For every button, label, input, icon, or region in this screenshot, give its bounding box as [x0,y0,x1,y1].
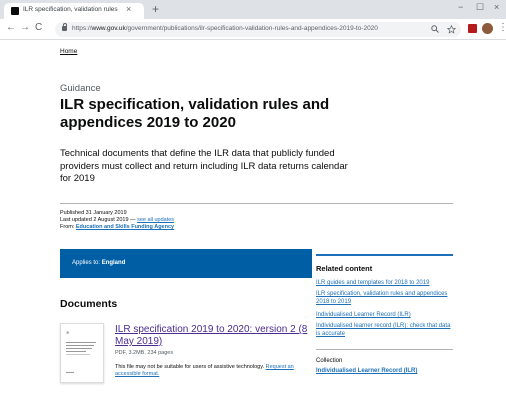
published-date: Published 31 January 2019 [60,210,127,216]
from-organisation: From: Education and Skills Funding Agenc… [60,224,175,230]
profile-avatar[interactable] [482,23,493,34]
forward-arrow-icon[interactable]: → [20,22,30,33]
esfa-logo-icon: ≋ [66,330,70,335]
new-tab-button[interactable]: + [152,2,159,16]
document-thumbnail[interactable]: ≋ [60,323,104,383]
related-link[interactable]: Individualised learner record (ILR): che… [316,322,453,338]
related-link[interactable]: ILR guides and templates for 2018 to 201… [316,279,453,287]
thumbnail-line [66,342,96,343]
browser-menu-icon[interactable]: ⋮ [498,22,506,33]
magnifier-icon[interactable] [431,25,439,33]
accessibility-note: This file may not be suitable for users … [115,364,294,377]
govuk-favicon-icon [11,7,19,15]
related-content-title: Related content [316,264,373,273]
minimize-icon[interactable]: − [458,2,463,12]
collection-link[interactable]: Individualised Learner Record (ILR) [316,368,417,374]
star-icon[interactable] [447,25,456,34]
url-text: https://www.gov.uk/government/publicatio… [72,25,378,32]
tab-close-icon[interactable]: × [126,4,131,14]
thumbnail-line [66,372,74,373]
thumbnail-line [66,345,94,346]
applies-to-banner: Applies to: England [60,249,312,278]
from-organisation-link[interactable]: Education and Skills Funding Agency [76,224,174,230]
related-link[interactable]: ILR specification, validation rules and … [316,290,453,306]
back-arrow-icon[interactable]: ← [6,22,16,33]
thumbnail-line [66,348,92,349]
related-link[interactable]: Individualised Learner Record (ILR) [316,311,453,319]
breadcrumb-home-link[interactable]: Home [60,48,77,55]
browser-tab[interactable]: ILR specification, validation rules × [4,3,144,19]
applies-to-text: Applies to: England [72,260,126,266]
page-description: Technical documents that define the ILR … [60,148,348,184]
browser-tab-bar: ILR specification, validation rules × + … [0,0,506,19]
metadata-divider [60,203,453,204]
thumbnail-line [66,354,90,355]
page-content: Home Guidance ILR specification, validat… [0,41,506,401]
lock-icon [62,23,67,31]
related-content-panel: Related content ILR guides and templates… [316,254,453,337]
document-metadata: PDF, 3.2MB, 234 pages [115,350,174,356]
reload-icon[interactable]: C [35,22,42,33]
browser-toolbar: ← → C https://www.gov.uk/government/publ… [0,19,506,40]
window-close-icon[interactable]: × [494,2,499,12]
pdf-extension-icon[interactable] [468,24,477,33]
document-title-link[interactable]: ILR specification 2019 to 2020: version … [115,324,320,348]
thumbnail-line [66,351,86,352]
documents-heading: Documents [60,298,118,310]
see-all-updates-link[interactable]: see all updates [137,217,174,223]
last-updated: Last updated 2 August 2019 — see all upd… [60,217,175,223]
collection-label: Collection [316,358,343,364]
address-bar[interactable]: https://www.gov.uk/government/publicatio… [55,22,461,37]
page-title: ILR specification, validation rules and … [60,96,330,131]
page-caption: Guidance [60,83,101,94]
tab-title: ILR specification, validation rules [23,6,118,13]
collection-divider [316,349,453,350]
maximize-icon[interactable]: ☐ [476,2,484,13]
